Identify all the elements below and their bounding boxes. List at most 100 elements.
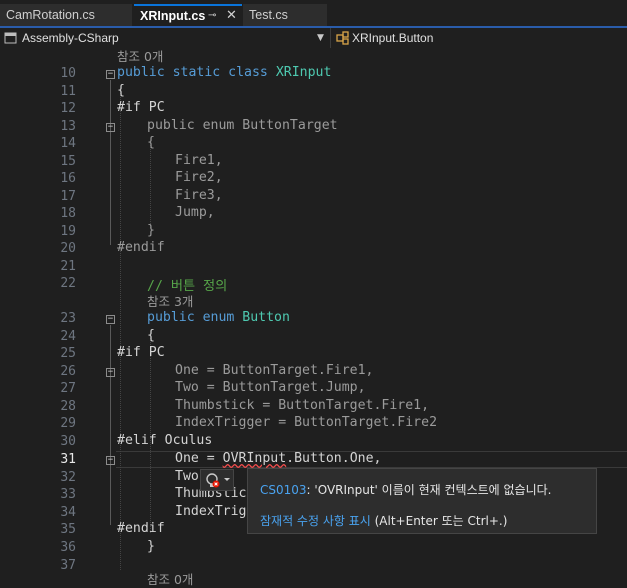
line-number: 34 (60, 505, 76, 520)
tab-label: CamRotation.cs (6, 8, 95, 22)
tab-camrotation[interactable]: CamRotation.cs (0, 4, 132, 26)
code-line-36[interactable]: } (147, 539, 155, 554)
line-number: 35 (60, 522, 76, 537)
fold-toggle[interactable]: − (106, 368, 115, 377)
code-text: Jump, (175, 205, 215, 220)
indent-guide (120, 90, 121, 570)
line-number: 25 (60, 346, 76, 361)
code-line-35[interactable]: #endif (117, 521, 165, 536)
code-line-30[interactable]: #elif Oculus (117, 433, 212, 448)
line-number: 37 (60, 558, 76, 573)
project-dropdown[interactable]: Assembly-CSharp ▼ (4, 29, 326, 47)
fold-toggle[interactable]: − (106, 456, 115, 465)
code-text: Two (175, 469, 199, 484)
fold-toggle[interactable]: − (106, 315, 115, 324)
code-line-31[interactable]: One = OVRInput.Button.One, (175, 451, 381, 466)
line-number: 10 (60, 66, 76, 81)
code-line-18[interactable]: Jump, (175, 205, 215, 220)
quick-actions-button[interactable] (200, 469, 234, 491)
line-number: 16 (60, 171, 76, 186)
line-number: 24 (60, 329, 76, 344)
line-number-current: 31 (60, 452, 76, 467)
line-number: 30 (60, 434, 76, 449)
directive: #if (117, 100, 141, 115)
code-text: One = ButtonTarget.Fire1, (175, 363, 374, 378)
code-text: One = (175, 451, 223, 466)
code-lens-references[interactable]: 참조 0개 (117, 46, 163, 65)
line-number: 22 (60, 276, 76, 291)
keyword: public static class (117, 65, 268, 80)
pin-icon[interactable]: ⊸ (208, 6, 216, 26)
tooltip-message-line: CS0103: 'OVRInput' 이름이 현재 컨텍스트에 없습니다. (260, 481, 552, 498)
code-text: IndexTrigger = ButtonTarget.Fire2 (175, 415, 438, 430)
line-number: 23 (60, 311, 76, 326)
code-line-32[interactable]: Two (175, 469, 199, 484)
line-number: 17 (60, 189, 76, 204)
code-line-11[interactable]: { (117, 83, 125, 98)
code-line-24[interactable]: { (147, 328, 155, 343)
error-message: : 'OVRInput' 이름이 현재 컨텍스트에 없습니다. (306, 483, 552, 497)
keyword: public enum (147, 310, 235, 325)
code-line-22[interactable]: // 버튼 정의 (147, 275, 227, 294)
code-line-15[interactable]: Fire1, (175, 153, 223, 168)
code-line-23[interactable]: public enum Button (147, 310, 290, 325)
line-number: 27 (60, 381, 76, 396)
code-line-19[interactable]: } (147, 223, 155, 238)
code-line-10[interactable]: public static class XRInput (117, 65, 331, 80)
line-number: 12 (60, 101, 76, 116)
code-text: { (147, 328, 155, 343)
line-number: 13 (60, 119, 76, 134)
type-name: Button (242, 310, 290, 325)
code-text: Thumbstick = ButtonTarget.Fire1, (175, 398, 430, 413)
error-code-link[interactable]: CS0103 (260, 483, 307, 497)
line-number: 14 (60, 136, 76, 151)
directive: #endif (117, 521, 165, 536)
error-lightbulb-icon (206, 473, 230, 488)
line-number: 20 (60, 241, 76, 256)
line-number: 33 (60, 487, 76, 502)
code-line-28[interactable]: Thumbstick = ButtonTarget.Fire1, (175, 398, 429, 413)
code-line-16[interactable]: Fire2, (175, 170, 223, 185)
line-number: 28 (60, 399, 76, 414)
error-squiggle-text[interactable]: OVRInput (223, 451, 287, 466)
type-name: XRInput (275, 65, 332, 80)
code-text: Fire3, (175, 188, 223, 203)
code-text: Two = ButtonTarget.Jump, (175, 380, 366, 395)
fold-toggle[interactable]: − (106, 70, 115, 79)
member-dropdown[interactable]: XRInput.Button (336, 29, 626, 47)
code-editor[interactable]: 참조 0개 참조 3개 참조 0개 10 11 12 13 14 15 16 1… (0, 46, 627, 587)
tab-test[interactable]: Test.cs (243, 4, 327, 26)
code-line-27[interactable]: Two = ButtonTarget.Jump, (175, 380, 366, 395)
code-line-12[interactable]: #if PC (117, 100, 165, 115)
code-text: { (117, 83, 125, 98)
type-name: ButtonTarget (242, 118, 338, 133)
directive: #if (117, 345, 141, 360)
code-text: .Button.One, (286, 451, 382, 466)
code-line-25[interactable]: #if PC (117, 345, 165, 360)
line-number: 18 (60, 206, 76, 221)
code-text: { (147, 135, 155, 150)
fix-shortcut: (Alt+Enter 또는 Ctrl+.) (370, 514, 508, 528)
navigation-bar: Assembly-CSharp ▼ XRInput.Button (0, 28, 627, 49)
tooltip-fix-line: 잠재적 수정 사항 표시 (Alt+Enter 또는 Ctrl+.) (260, 512, 507, 529)
line-number: 11 (60, 84, 76, 99)
chevron-down-icon: ▼ (317, 33, 324, 43)
code-line-29[interactable]: IndexTrigger = ButtonTarget.Fire2 (175, 415, 437, 430)
fold-toggle[interactable]: − (106, 123, 115, 132)
code-line-14[interactable]: { (147, 135, 155, 150)
code-text: } (147, 223, 155, 238)
close-icon[interactable]: ✕ (226, 6, 237, 26)
code-line-20[interactable]: #endif (117, 240, 165, 255)
tab-xrinput[interactable]: XRInput.cs ⊸ ✕ (134, 4, 242, 26)
code-text: } (147, 539, 155, 554)
code-text: Fire1, (175, 153, 223, 168)
line-number: 19 (60, 224, 76, 239)
directive-symbol: PC (148, 345, 165, 360)
code-line-13[interactable]: public enum ButtonTarget (147, 118, 338, 133)
code-lens-references[interactable]: 참조 0개 (147, 569, 193, 588)
indent-guide (150, 143, 151, 228)
code-line-17[interactable]: Fire3, (175, 188, 223, 203)
show-fixes-link[interactable]: 잠재적 수정 사항 표시 (260, 514, 371, 528)
tab-label: Test.cs (249, 8, 288, 22)
code-line-26[interactable]: One = ButtonTarget.Fire1, (175, 363, 374, 378)
